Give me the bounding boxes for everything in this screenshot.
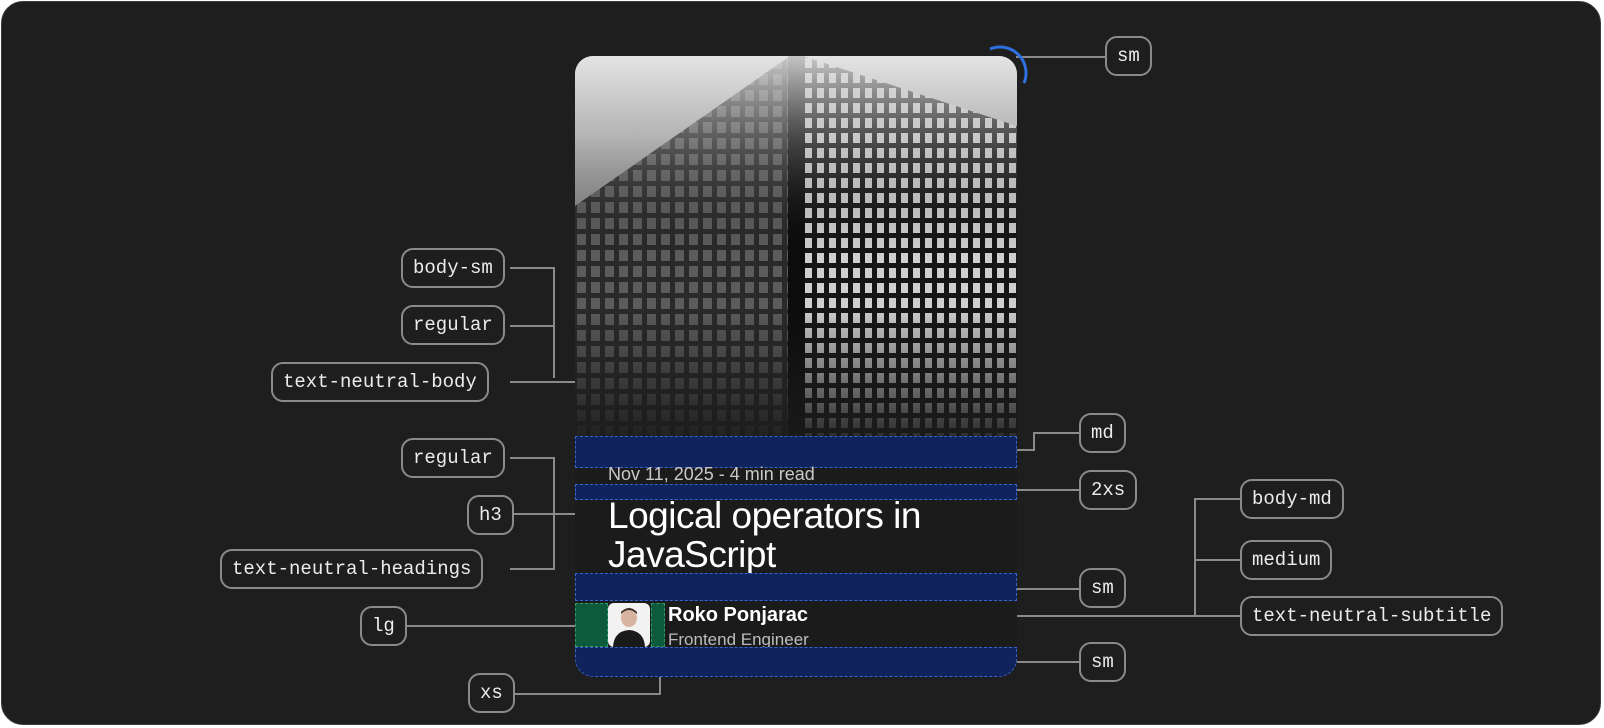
spacing-band-title [575, 573, 1017, 601]
avatar-size-tag: lg [360, 606, 407, 646]
spacing-band-bottom [575, 647, 1017, 677]
title-level-tag: h3 [467, 495, 514, 535]
author-name[interactable]: Roko Ponjarac [668, 604, 808, 627]
meta-color-tag: text-neutral-body [271, 362, 489, 402]
title-gap-tag: sm [1079, 568, 1126, 608]
avatar-spacing-right [651, 603, 665, 647]
image-gap-tag: md [1079, 413, 1126, 453]
meta-gap-tag: 2xs [1079, 470, 1138, 510]
avatar-gap-tag: xs [468, 673, 515, 713]
article-title-line-2[interactable]: JavaScript [608, 534, 776, 576]
author-weight-tag: medium [1240, 540, 1333, 580]
meta-weight-tag: regular [401, 305, 505, 345]
canvas: Nov 11, 2025 - 4 min read Logical operat… [1, 1, 1601, 725]
avatar[interactable] [608, 603, 650, 647]
author-color-tag: text-neutral-subtitle [1240, 596, 1504, 636]
bottom-padding-tag: sm [1079, 642, 1126, 682]
title-color-tag: text-neutral-headings [220, 549, 484, 589]
article-title-line-1[interactable]: Logical operators in [608, 495, 921, 537]
cover-image [575, 56, 1017, 436]
author-size-tag: body-md [1240, 479, 1344, 519]
meta-size-tag: body-sm [401, 248, 505, 288]
article-meta: Nov 11, 2025 - 4 min read [608, 464, 815, 484]
avatar-spacing-left [575, 603, 608, 647]
article-card[interactable]: Nov 11, 2025 - 4 min read Logical operat… [575, 56, 1017, 677]
radius-tag: sm [1105, 36, 1152, 76]
title-weight-tag: regular [401, 438, 505, 478]
